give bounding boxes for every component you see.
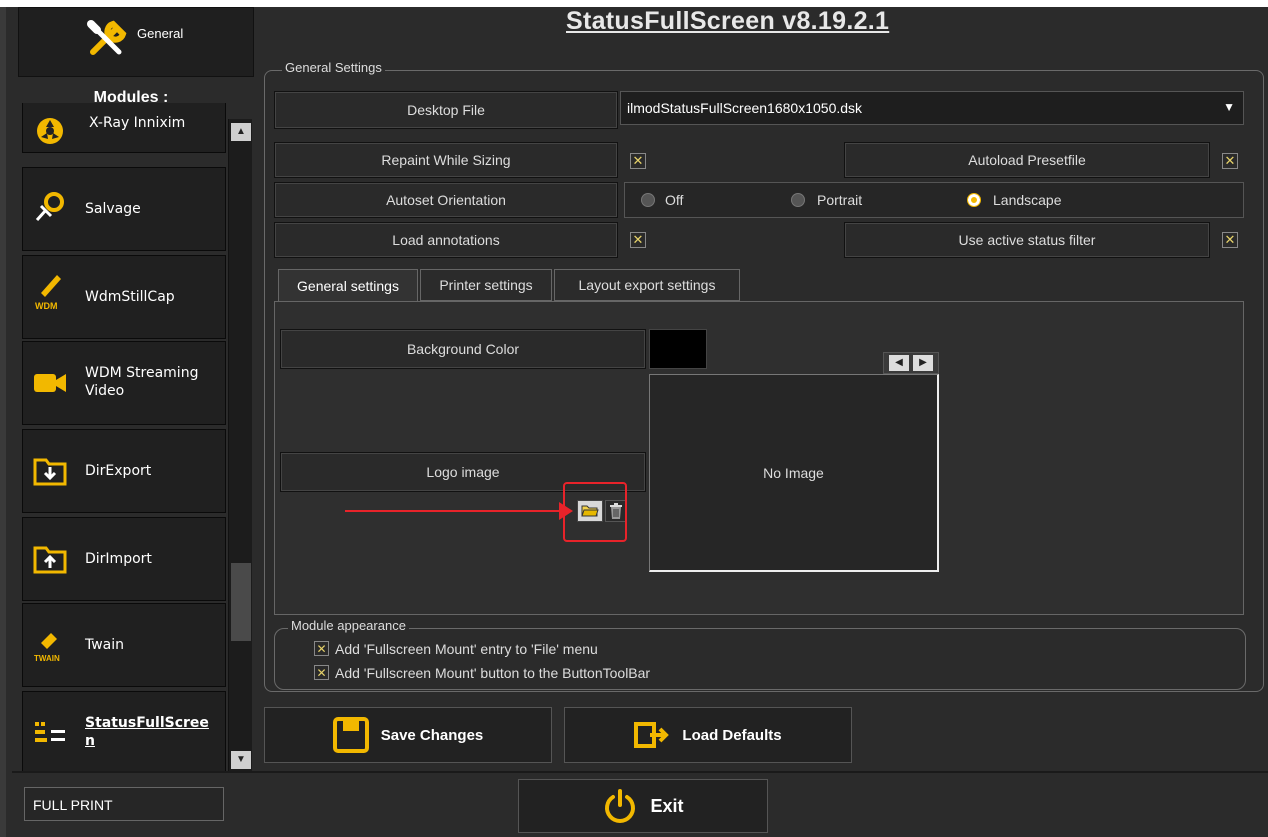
twain-badge: TWAIN bbox=[34, 654, 60, 663]
arrow-left-icon[interactable]: ◀ bbox=[889, 355, 909, 371]
background-color-button[interactable]: Background Color bbox=[280, 329, 646, 369]
module-appearance-legend: Module appearance bbox=[288, 618, 409, 633]
module-label: StatusFullScreen bbox=[85, 715, 209, 749]
desktop-file-dropdown[interactable]: ilmodStatusFullScreen1680x1050.dsk ▼ bbox=[620, 91, 1244, 125]
radio-off[interactable] bbox=[641, 193, 655, 207]
general-nav-button[interactable]: General bbox=[18, 7, 254, 77]
status-filter-checkbox[interactable]: ✕ bbox=[1222, 232, 1238, 248]
background-color-swatch[interactable] bbox=[649, 329, 707, 369]
salvage-icon bbox=[33, 190, 67, 224]
image-nav-arrows: ◀ ▶ bbox=[883, 352, 939, 374]
exit-button[interactable]: Exit bbox=[518, 779, 768, 833]
wdm-icon: WDM bbox=[33, 274, 67, 311]
status-field: FULL PRINT bbox=[24, 787, 224, 821]
xray-icon bbox=[33, 114, 67, 148]
module-list: X-Ray Innixim Salvage WDM WdmStillCap WD… bbox=[18, 103, 258, 771]
radio-landscape-label: Landscape bbox=[993, 192, 1062, 208]
file-menu-entry-label: Add 'Fullscreen Mount' entry to 'File' m… bbox=[335, 641, 598, 657]
module-label: WDM Streaming Video bbox=[85, 365, 199, 399]
module-list-scrollbar[interactable]: ▲ ▼ bbox=[228, 119, 252, 771]
load-defaults-label: Load Defaults bbox=[682, 726, 782, 744]
wdm-badge: WDM bbox=[35, 301, 58, 311]
chevron-down-icon: ▼ bbox=[1223, 100, 1235, 114]
arrow-right-icon[interactable]: ▶ bbox=[913, 355, 933, 371]
folder-export-icon bbox=[33, 454, 67, 488]
tab-general-settings[interactable]: General settings bbox=[278, 269, 418, 302]
tab-printer-settings[interactable]: Printer settings bbox=[420, 269, 552, 301]
module-label: X-Ray Innixim bbox=[89, 115, 186, 131]
module-wdmstillcap[interactable]: WDM WdmStillCap bbox=[22, 255, 226, 339]
radio-landscape[interactable] bbox=[967, 193, 981, 207]
scroll-up-icon[interactable]: ▲ bbox=[231, 123, 251, 141]
autoload-presetfile-button[interactable]: Autoload Presetfile bbox=[844, 142, 1210, 178]
video-camera-icon bbox=[33, 366, 67, 400]
general-label: General bbox=[137, 26, 184, 41]
load-defaults-icon bbox=[634, 722, 670, 748]
bottom-divider bbox=[12, 771, 1268, 773]
power-icon bbox=[605, 789, 636, 823]
radio-off-label: Off bbox=[665, 192, 684, 208]
tab-layout-export-settings[interactable]: Layout export settings bbox=[554, 269, 740, 301]
module-label: WdmStillCap bbox=[85, 289, 175, 305]
general-settings-legend: General Settings bbox=[282, 60, 385, 75]
annotation-highlight-box bbox=[563, 482, 627, 542]
file-menu-entry-checkbox[interactable]: ✕ bbox=[314, 641, 329, 656]
scrollbar-thumb[interactable] bbox=[231, 563, 251, 641]
repaint-checkbox[interactable]: ✕ bbox=[630, 153, 646, 169]
logo-preview: No Image bbox=[649, 374, 939, 572]
scroll-down-icon[interactable]: ▼ bbox=[231, 751, 251, 769]
save-changes-button[interactable]: Save Changes bbox=[264, 707, 552, 763]
module-xray[interactable]: X-Ray Innixim bbox=[22, 103, 226, 153]
module-label: DirExport bbox=[85, 463, 152, 479]
module-statusfullscreen[interactable]: StatusFullScreen bbox=[22, 691, 226, 771]
status-fullscreen-icon bbox=[33, 716, 67, 750]
load-defaults-button[interactable]: Load Defaults bbox=[564, 707, 852, 763]
desktop-file-value: ilmodStatusFullScreen1680x1050.dsk bbox=[627, 100, 863, 116]
exit-label: Exit bbox=[650, 795, 684, 816]
app-window: General Modules : X-Ray Innixim Salvage … bbox=[0, 7, 1268, 837]
use-active-status-filter-button[interactable]: Use active status filter bbox=[844, 222, 1210, 258]
module-salvage[interactable]: Salvage bbox=[22, 167, 226, 251]
module-dirimport[interactable]: DirImport bbox=[22, 517, 226, 601]
annotations-checkbox[interactable]: ✕ bbox=[630, 232, 646, 248]
radio-portrait[interactable] bbox=[791, 193, 805, 207]
module-label: Twain bbox=[85, 637, 125, 653]
orientation-radio-group: Off Portrait Landscape bbox=[624, 182, 1244, 218]
toolbar-button-checkbox[interactable]: ✕ bbox=[314, 665, 329, 680]
load-annotations-button[interactable]: Load annotations bbox=[274, 222, 618, 258]
module-twain[interactable]: TWAIN Twain bbox=[22, 603, 226, 687]
folder-import-icon bbox=[33, 542, 67, 576]
repaint-while-sizing-button[interactable]: Repaint While Sizing bbox=[274, 142, 618, 178]
app-title: StatusFullScreen v8.19.2.1 bbox=[566, 7, 890, 35]
toolbar-button-label: Add 'Fullscreen Mount' button to the But… bbox=[335, 665, 651, 681]
module-label: Salvage bbox=[85, 201, 141, 217]
module-wdm-streaming[interactable]: WDM Streaming Video bbox=[22, 341, 226, 425]
module-label: DirImport bbox=[85, 551, 152, 567]
autoload-checkbox[interactable]: ✕ bbox=[1222, 153, 1238, 169]
module-direxport[interactable]: DirExport bbox=[22, 429, 226, 513]
desktop-file-button[interactable]: Desktop File bbox=[274, 91, 618, 129]
save-changes-label: Save Changes bbox=[380, 726, 484, 744]
autoset-orientation-button[interactable]: Autoset Orientation bbox=[274, 182, 618, 218]
tools-icon bbox=[87, 20, 127, 55]
annotation-arrow-line bbox=[345, 510, 565, 512]
radio-portrait-label: Portrait bbox=[817, 192, 863, 208]
twain-icon: TWAIN bbox=[33, 628, 67, 663]
save-icon bbox=[332, 717, 369, 753]
tab-panel: Background Color ◀ ▶ No Image Logo image bbox=[274, 301, 1244, 615]
